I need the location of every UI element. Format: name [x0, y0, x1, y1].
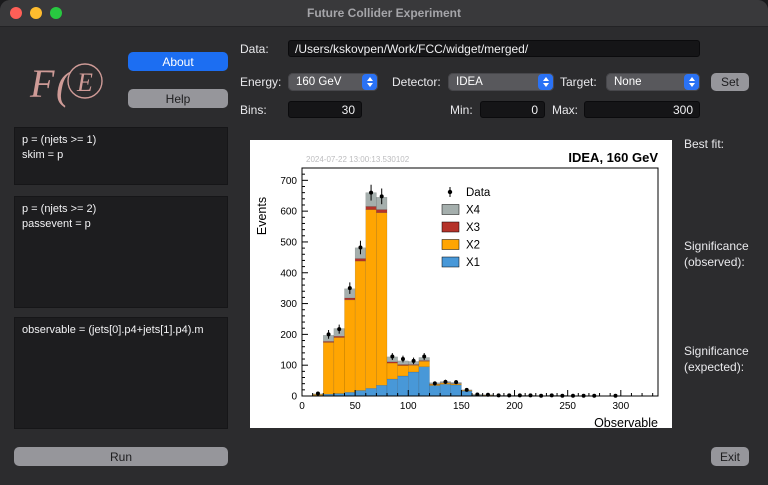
about-button[interactable]: About — [128, 52, 228, 71]
set-button[interactable]: Set — [711, 73, 749, 91]
svg-text:700: 700 — [280, 176, 297, 187]
svg-text:300: 300 — [612, 401, 629, 412]
svg-text:100: 100 — [280, 361, 297, 372]
svg-text:300: 300 — [280, 299, 297, 310]
logo-letter-e: E — [76, 68, 93, 97]
svg-text:250: 250 — [559, 401, 576, 412]
data-path-input[interactable] — [288, 40, 700, 57]
svg-text:Events: Events — [255, 197, 269, 235]
svg-text:400: 400 — [280, 268, 297, 279]
energy-select[interactable]: 160 GeV — [288, 73, 378, 91]
energy-value: 160 GeV — [296, 76, 342, 88]
max-input[interactable] — [584, 101, 700, 118]
bins-label: Bins: — [240, 103, 267, 117]
logo-paren: ( — [56, 63, 72, 108]
min-label: Min: — [450, 103, 473, 117]
svg-text:0: 0 — [291, 392, 297, 403]
histogram-plot: 2024-07-22 13:00:13.530102 IDEA, 160 GeV 0… — [255, 150, 659, 430]
svg-text:X3: X3 — [466, 222, 480, 234]
svg-text:200: 200 — [506, 401, 523, 412]
svg-text:150: 150 — [453, 401, 470, 412]
svg-text:50: 50 — [350, 401, 362, 412]
app-logo: F ( E — [29, 61, 103, 108]
svg-text:200: 200 — [280, 330, 297, 341]
code-editor-passevent[interactable]: p = (njets >= 2) passevent = p — [14, 196, 228, 308]
window-title: Future Collider Experiment — [306, 6, 462, 20]
max-label: Max: — [552, 103, 579, 117]
target-select[interactable]: None — [606, 73, 700, 91]
logo-letter-f: F — [29, 61, 55, 106]
plot-panel: 2024-07-22 13:00:13.530102 IDEA, 160 GeV 0… — [250, 140, 672, 430]
help-button[interactable]: Help — [128, 89, 228, 108]
svg-text:X1: X1 — [466, 257, 480, 269]
detector-label: Detector: — [392, 75, 441, 89]
detector-value: IDEA — [456, 76, 483, 88]
stepper-icon — [538, 74, 553, 90]
app-window: Future Collider Experiment F ( E About H… — [0, 0, 768, 485]
data-label: Data: — [240, 42, 269, 56]
svg-text:IDEA, 160 GeV: IDEA, 160 GeV — [568, 150, 658, 165]
titlebar: Future Collider Experiment — [0, 0, 768, 27]
svg-text:100: 100 — [400, 401, 417, 412]
min-input[interactable] — [480, 101, 545, 118]
code-editor-skim[interactable]: p = (njets >= 1) skim = p — [14, 127, 228, 185]
energy-label: Energy: — [240, 75, 282, 89]
svg-text:2024-07-22 13:00:13.530102: 2024-07-22 13:00:13.530102 — [306, 155, 410, 164]
bins-input[interactable] — [288, 101, 362, 118]
target-label: Target: — [560, 75, 597, 89]
svg-text:500: 500 — [280, 237, 297, 248]
svg-text:Data: Data — [466, 187, 491, 199]
svg-text:Observable: Observable — [594, 416, 658, 428]
svg-text:0: 0 — [299, 401, 305, 412]
svg-text:X2: X2 — [466, 240, 480, 252]
target-value: None — [614, 76, 642, 88]
code-editor-observable[interactable]: observable = (jets[0].p4+jets[1].p4).m — [14, 317, 228, 429]
significance-observed-label: Significance (observed): — [684, 239, 749, 269]
stepper-icon — [684, 74, 699, 90]
detector-select[interactable]: IDEA — [448, 73, 554, 91]
svg-text:600: 600 — [280, 207, 297, 218]
svg-text:X4: X4 — [466, 205, 481, 217]
stepper-icon — [362, 74, 377, 90]
exit-button[interactable]: Exit — [711, 447, 749, 466]
best-fit-label: Best fit: — [684, 137, 725, 151]
run-button[interactable]: Run — [14, 447, 228, 466]
significance-expected-label: Significance (expected): — [684, 344, 749, 374]
